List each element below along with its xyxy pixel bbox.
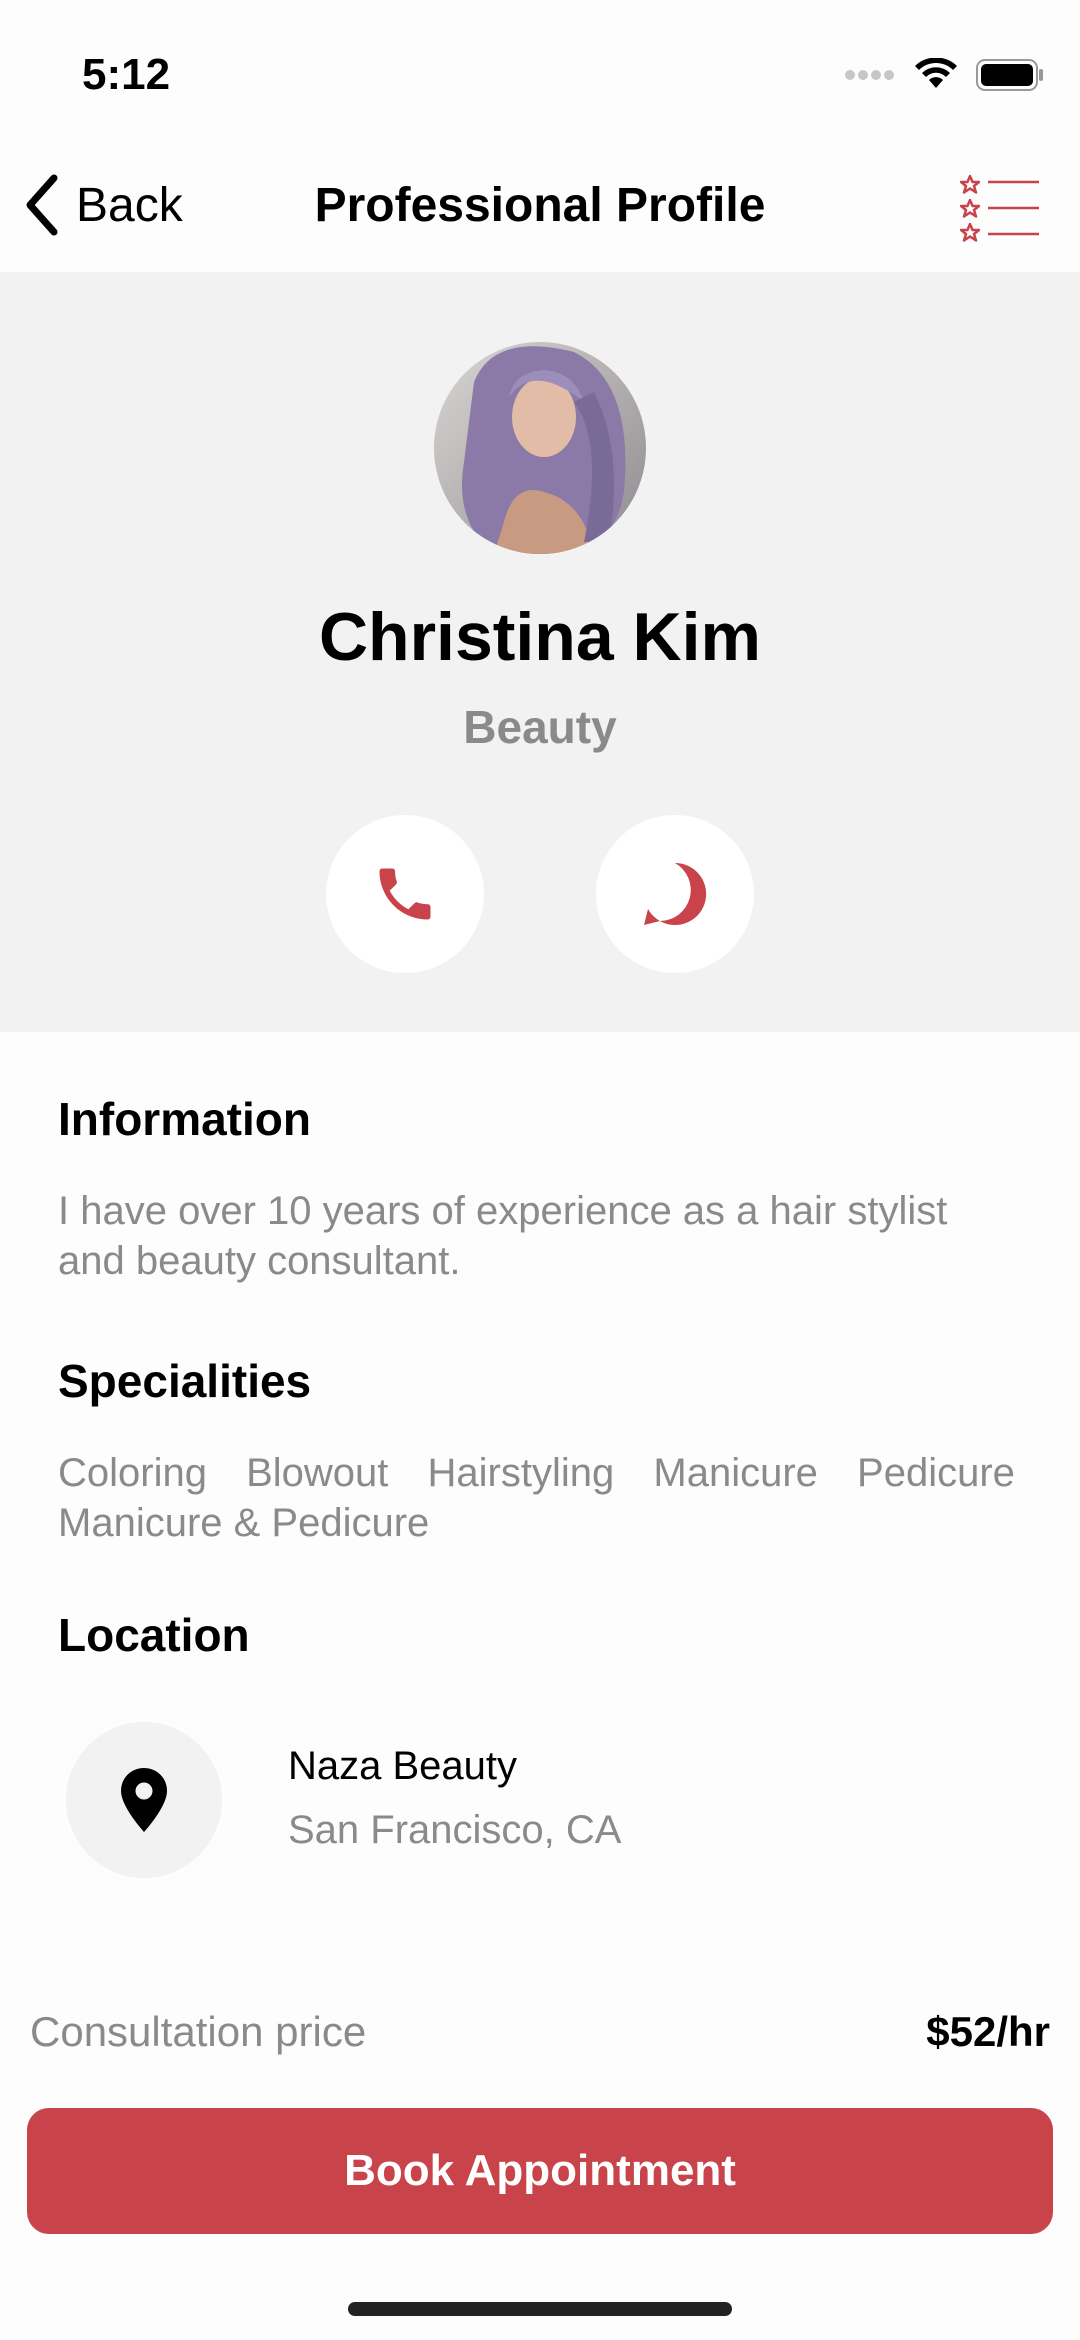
specialities-list: Coloring Blowout Hairstyling Manicure Pe… bbox=[58, 1448, 1048, 1548]
location-name: Naza Beauty bbox=[288, 1744, 518, 1788]
speciality-tag: Pedicure bbox=[857, 1451, 1015, 1495]
speciality-tag: Coloring bbox=[58, 1451, 207, 1495]
home-indicator[interactable] bbox=[348, 2302, 732, 2316]
status-time: 5:12 bbox=[82, 50, 171, 99]
reviews-menu-button[interactable] bbox=[959, 174, 1040, 249]
speciality-tag: Manicure bbox=[653, 1451, 818, 1495]
page-title: Professional Profile bbox=[314, 179, 766, 232]
speciality-tag: Blowout bbox=[246, 1451, 389, 1495]
message-button[interactable] bbox=[596, 815, 754, 973]
speciality-tag: Manicure & Pedicure bbox=[58, 1501, 430, 1545]
information-text: I have over 10 years of experience as a … bbox=[58, 1189, 948, 1283]
map-pin-icon bbox=[121, 1768, 167, 1832]
battery-icon bbox=[976, 59, 1043, 91]
speciality-tag: Hairstyling bbox=[427, 1451, 615, 1495]
nav-bar: Back Professional Profile bbox=[0, 140, 1080, 274]
book-appointment-button[interactable]: Book Appointment bbox=[27, 2108, 1053, 2234]
star-list-icon bbox=[959, 174, 1039, 242]
wifi-icon bbox=[915, 58, 957, 88]
professional-name: Christina Kim bbox=[318, 599, 762, 675]
avatar bbox=[434, 342, 646, 554]
location-title: Location bbox=[58, 1609, 250, 1661]
profile-header: Christina Kim Beauty bbox=[0, 272, 1080, 1032]
chat-bubble-icon bbox=[644, 862, 707, 925]
professional-category: Beauty bbox=[463, 701, 617, 753]
specialities-title: Specialities bbox=[58, 1355, 312, 1407]
location-pin-button[interactable] bbox=[66, 1722, 222, 1878]
consultation-price-value: $52/hr bbox=[926, 2008, 1050, 2055]
call-button[interactable] bbox=[326, 815, 484, 973]
phone-icon bbox=[379, 868, 431, 920]
location-city: San Francisco, CA bbox=[288, 1808, 622, 1852]
signal-icon bbox=[845, 70, 894, 80]
information-title: Information bbox=[58, 1093, 311, 1145]
status-icons bbox=[844, 58, 1044, 92]
consultation-price-label: Consultation price bbox=[30, 2008, 367, 2055]
